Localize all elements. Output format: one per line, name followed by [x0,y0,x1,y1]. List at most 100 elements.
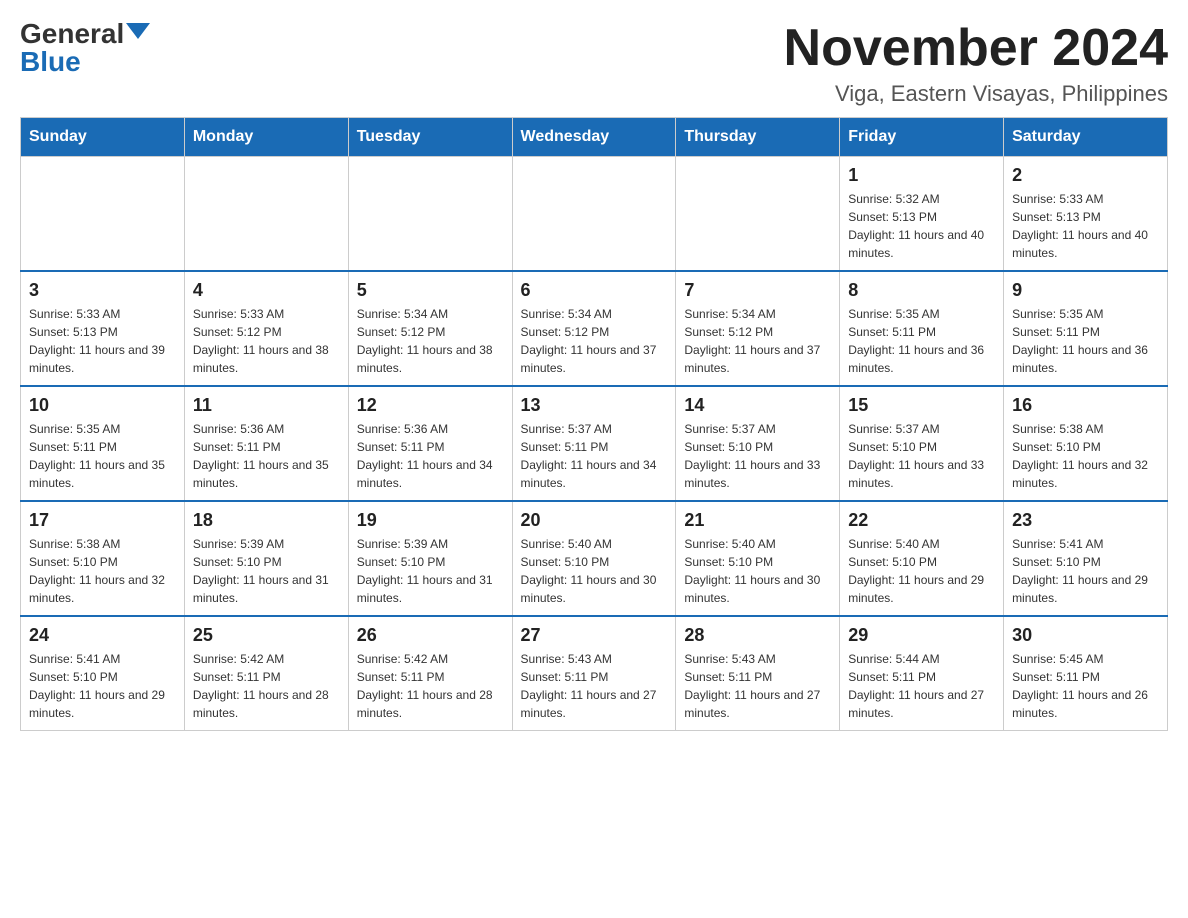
day-number: 7 [684,280,831,301]
day-number: 26 [357,625,504,646]
calendar-week-row: 17 Sunrise: 5:38 AMSunset: 5:10 PMDayligh… [21,501,1168,616]
calendar-cell: 4Sunrise: 5:33 AMSunset: 5:12 PMDaylight… [184,271,348,386]
day-info: Sunrise: 5:42 AMSunset: 5:11 PMDaylight:… [357,650,504,722]
calendar-cell: 19 Sunrise: 5:39 AMSunset: 5:10 PMDayligh… [348,501,512,616]
day-info: Sunrise: 5:38 AMSunset: 5:10 PMDaylight:… [29,535,176,607]
calendar-cell: 11 Sunrise: 5:36 AMSunset: 5:11 PMDayligh… [184,386,348,501]
weekday-header-tuesday: Tuesday [348,118,512,157]
calendar-week-row: 24Sunrise: 5:41 AMSunset: 5:10 PMDayligh… [21,616,1168,731]
calendar-cell: 16Sunrise: 5:38 AMSunset: 5:10 PMDayligh… [1004,386,1168,501]
calendar-cell: 5Sunrise: 5:34 AMSunset: 5:12 PMDaylight… [348,271,512,386]
day-info: Sunrise: 5:35 AMSunset: 5:11 PMDaylight:… [29,420,176,492]
day-number: 11 [193,395,340,416]
day-info: Sunrise: 5:33 AMSunset: 5:13 PMDaylight:… [29,305,176,377]
calendar-cell [676,157,840,272]
day-number: 18 [193,510,340,531]
calendar-cell: 24Sunrise: 5:41 AMSunset: 5:10 PMDayligh… [21,616,185,731]
logo-blue-text: Blue [20,46,81,77]
location-subtitle: Viga, Eastern Visayas, Philippines [784,81,1168,107]
weekday-header-sunday: Sunday [21,118,185,157]
calendar-cell [184,157,348,272]
calendar-cell: 6 Sunrise: 5:34 AMSunset: 5:12 PMDaylight… [512,271,676,386]
calendar-cell: 10Sunrise: 5:35 AMSunset: 5:11 PMDayligh… [21,386,185,501]
day-info: Sunrise: 5:34 AMSunset: 5:12 PMDaylight:… [684,305,831,377]
day-number: 29 [848,625,995,646]
calendar-cell [348,157,512,272]
calendar-header-row: SundayMondayTuesdayWednesdayThursdayFrid… [21,118,1168,157]
day-info: Sunrise: 5:37 AMSunset: 5:11 PMDaylight:… [521,420,668,492]
calendar-cell: 12 Sunrise: 5:36 AMSunset: 5:11 PMDayligh… [348,386,512,501]
day-number: 9 [1012,280,1159,301]
day-number: 25 [193,625,340,646]
calendar-cell: 25 Sunrise: 5:42 AMSunset: 5:11 PMDayligh… [184,616,348,731]
calendar-cell [512,157,676,272]
day-number: 13 [521,395,668,416]
day-info: Sunrise: 5:35 AMSunset: 5:11 PMDaylight:… [848,305,995,377]
calendar-cell: 28 Sunrise: 5:43 AMSunset: 5:11 PMDayligh… [676,616,840,731]
day-info: Sunrise: 5:41 AMSunset: 5:10 PMDaylight:… [29,650,176,722]
title-section: November 2024 Viga, Eastern Visayas, Phi… [784,20,1168,107]
day-info: Sunrise: 5:37 AMSunset: 5:10 PMDaylight:… [684,420,831,492]
day-number: 14 [684,395,831,416]
calendar-cell: 29 Sunrise: 5:44 AMSunset: 5:11 PMDayligh… [840,616,1004,731]
weekday-header-thursday: Thursday [676,118,840,157]
calendar-week-row: 1Sunrise: 5:32 AMSunset: 5:13 PMDaylight… [21,157,1168,272]
calendar-cell: 26 Sunrise: 5:42 AMSunset: 5:11 PMDayligh… [348,616,512,731]
day-info: Sunrise: 5:36 AMSunset: 5:11 PMDaylight:… [193,420,340,492]
weekday-header-saturday: Saturday [1004,118,1168,157]
calendar-cell: 9 Sunrise: 5:35 AMSunset: 5:11 PMDaylight… [1004,271,1168,386]
day-info: Sunrise: 5:45 AMSunset: 5:11 PMDaylight:… [1012,650,1159,722]
day-info: Sunrise: 5:43 AMSunset: 5:11 PMDaylight:… [521,650,668,722]
weekday-header-friday: Friday [840,118,1004,157]
day-info: Sunrise: 5:43 AMSunset: 5:11 PMDaylight:… [684,650,831,722]
day-info: Sunrise: 5:36 AMSunset: 5:11 PMDaylight:… [357,420,504,492]
day-number: 5 [357,280,504,301]
calendar-cell: 27 Sunrise: 5:43 AMSunset: 5:11 PMDayligh… [512,616,676,731]
day-number: 19 [357,510,504,531]
day-number: 12 [357,395,504,416]
day-info: Sunrise: 5:33 AMSunset: 5:13 PMDaylight:… [1012,190,1159,262]
day-info: Sunrise: 5:37 AMSunset: 5:10 PMDaylight:… [848,420,995,492]
day-info: Sunrise: 5:42 AMSunset: 5:11 PMDaylight:… [193,650,340,722]
page-header: General Blue November 2024 Viga, Eastern… [20,20,1168,107]
logo: General Blue [20,20,150,76]
day-number: 17 [29,510,176,531]
weekday-header-wednesday: Wednesday [512,118,676,157]
day-info: Sunrise: 5:40 AMSunset: 5:10 PMDaylight:… [848,535,995,607]
day-info: Sunrise: 5:35 AMSunset: 5:11 PMDaylight:… [1012,305,1159,377]
day-info: Sunrise: 5:33 AMSunset: 5:12 PMDaylight:… [193,305,340,377]
day-number: 30 [1012,625,1159,646]
calendar-cell: 14 Sunrise: 5:37 AMSunset: 5:10 PMDayligh… [676,386,840,501]
day-number: 2 [1012,165,1159,186]
calendar-cell [21,157,185,272]
day-info: Sunrise: 5:39 AMSunset: 5:10 PMDaylight:… [193,535,340,607]
day-number: 20 [521,510,668,531]
calendar-table: SundayMondayTuesdayWednesdayThursdayFrid… [20,117,1168,731]
calendar-cell: 1Sunrise: 5:32 AMSunset: 5:13 PMDaylight… [840,157,1004,272]
day-number: 22 [848,510,995,531]
day-info: Sunrise: 5:40 AMSunset: 5:10 PMDaylight:… [684,535,831,607]
day-number: 6 [521,280,668,301]
calendar-cell: 8 Sunrise: 5:35 AMSunset: 5:11 PMDaylight… [840,271,1004,386]
calendar-week-row: 3 Sunrise: 5:33 AMSunset: 5:13 PMDaylight… [21,271,1168,386]
day-number: 8 [848,280,995,301]
day-info: Sunrise: 5:40 AMSunset: 5:10 PMDaylight:… [521,535,668,607]
day-number: 23 [1012,510,1159,531]
day-number: 16 [1012,395,1159,416]
day-number: 3 [29,280,176,301]
day-number: 27 [521,625,668,646]
calendar-cell: 3 Sunrise: 5:33 AMSunset: 5:13 PMDaylight… [21,271,185,386]
day-info: Sunrise: 5:39 AMSunset: 5:10 PMDaylight:… [357,535,504,607]
day-number: 15 [848,395,995,416]
month-title: November 2024 [784,20,1168,77]
day-info: Sunrise: 5:44 AMSunset: 5:11 PMDaylight:… [848,650,995,722]
calendar-cell: 17 Sunrise: 5:38 AMSunset: 5:10 PMDayligh… [21,501,185,616]
day-number: 28 [684,625,831,646]
day-info: Sunrise: 5:34 AMSunset: 5:12 PMDaylight:… [521,305,668,377]
day-info: Sunrise: 5:32 AMSunset: 5:13 PMDaylight:… [848,190,995,262]
calendar-cell: 18 Sunrise: 5:39 AMSunset: 5:10 PMDayligh… [184,501,348,616]
calendar-cell: 13 Sunrise: 5:37 AMSunset: 5:11 PMDayligh… [512,386,676,501]
calendar-cell: 23Sunrise: 5:41 AMSunset: 5:10 PMDayligh… [1004,501,1168,616]
logo-general-text: General [20,20,124,48]
calendar-week-row: 10Sunrise: 5:35 AMSunset: 5:11 PMDayligh… [21,386,1168,501]
